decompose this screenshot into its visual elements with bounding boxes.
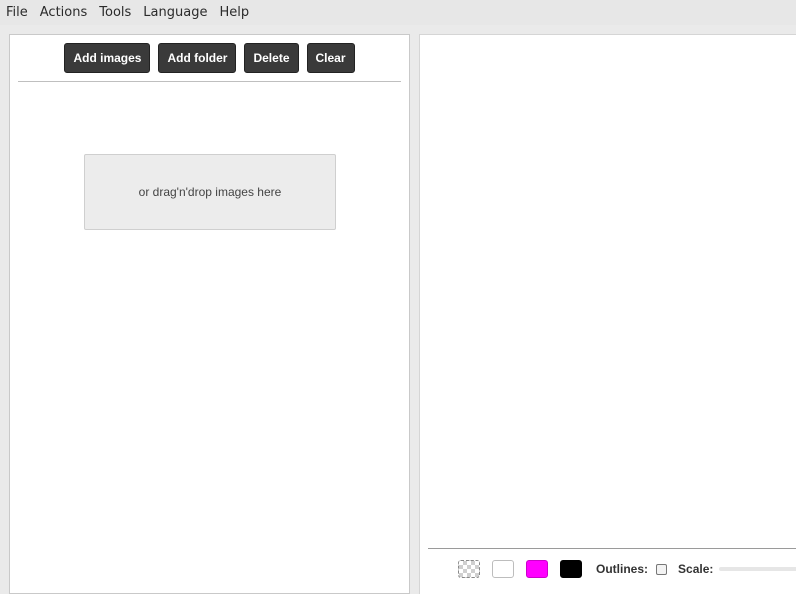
preview-divider — [428, 548, 796, 549]
preview-options-bar: Outlines: Scale: — [458, 557, 796, 581]
menu-bar: File Actions Tools Language Help — [0, 0, 796, 25]
toolbar: Add images Add folder Delete Clear — [10, 43, 409, 73]
add-folder-button[interactable]: Add folder — [158, 43, 237, 73]
preview-panel: Outlines: Scale: — [419, 34, 796, 594]
menu-language[interactable]: Language — [137, 0, 213, 25]
image-list-panel: Add images Add folder Delete Clear or dr… — [9, 34, 410, 594]
menu-actions[interactable]: Actions — [34, 0, 94, 25]
bg-transparent-swatch[interactable] — [458, 560, 480, 578]
delete-button[interactable]: Delete — [244, 43, 299, 73]
bg-black-swatch[interactable] — [560, 560, 582, 578]
bg-white-swatch[interactable] — [492, 560, 514, 578]
bg-magenta-swatch[interactable] — [526, 560, 548, 578]
menu-file[interactable]: File — [0, 0, 34, 25]
menu-tools[interactable]: Tools — [93, 0, 137, 25]
outlines-checkbox[interactable] — [656, 563, 668, 575]
outlines-label: Outlines: — [596, 562, 649, 576]
scale-label: Scale: — [678, 562, 714, 576]
toolbar-divider — [18, 81, 401, 82]
scale-slider[interactable] — [719, 567, 796, 571]
add-images-button[interactable]: Add images — [64, 43, 151, 73]
menu-help[interactable]: Help — [213, 0, 255, 25]
clear-button[interactable]: Clear — [306, 43, 355, 73]
drop-zone[interactable]: or drag'n'drop images here — [84, 154, 336, 230]
drop-zone-text: or drag'n'drop images here — [138, 185, 282, 199]
